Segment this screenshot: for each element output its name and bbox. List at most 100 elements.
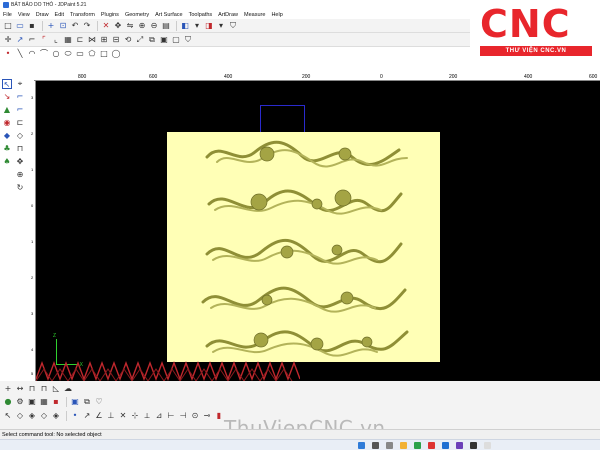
layer-icon[interactable]: ▣ — [70, 397, 80, 407]
delete-icon[interactable]: ✕ — [101, 21, 111, 31]
near-icon[interactable]: ⊿ — [154, 411, 164, 421]
snap-icon[interactable]: ⊓ — [39, 384, 49, 394]
spline-icon[interactable]: ◯ — [111, 49, 121, 59]
move-icon[interactable]: ✥ — [15, 157, 25, 167]
zoom-out-icon[interactable]: ⊖ — [149, 21, 159, 31]
app-icon[interactable] — [484, 442, 491, 449]
open-file-icon[interactable]: ▭ — [15, 21, 25, 31]
menu-help[interactable]: Help — [271, 12, 282, 18]
search-icon[interactable] — [372, 442, 379, 449]
view-icon[interactable]: ▾ — [192, 21, 202, 31]
menu-art-surface[interactable]: Art Surface — [155, 12, 183, 18]
app-icon[interactable] — [428, 442, 435, 449]
distance-icon[interactable]: ⊣ — [178, 411, 188, 421]
angle-icon[interactable]: ∠ — [94, 411, 104, 421]
refresh-icon[interactable]: ↻ — [15, 183, 25, 193]
color-icon[interactable]: ◉ — [2, 118, 12, 128]
measure-icon[interactable]: ⊓ — [27, 384, 37, 394]
display-icon[interactable]: ▣ — [27, 397, 37, 407]
menu-file[interactable]: File — [3, 12, 12, 18]
cross-icon[interactable]: ⊹ — [130, 411, 140, 421]
copy-icon[interactable]: ⧉ — [82, 397, 92, 407]
menu-measure[interactable]: Measure — [244, 12, 265, 18]
ungroup-icon[interactable]: ▢ — [171, 35, 181, 45]
cut-icon[interactable]: ⌐ — [27, 35, 37, 45]
menu-geometry[interactable]: Geometry — [125, 12, 149, 18]
line-icon[interactable]: ╲ — [15, 49, 25, 59]
snap-icon[interactable]: ◇ — [15, 411, 25, 421]
mirror-icon[interactable]: ⇋ — [125, 21, 135, 31]
arc-icon[interactable]: ◠ — [27, 49, 37, 59]
menu-edit[interactable]: Edit — [55, 12, 64, 18]
group-icon[interactable]: ▣ — [159, 35, 169, 45]
app-icon[interactable] — [470, 442, 477, 449]
node-edit-icon[interactable]: ✛ — [3, 35, 13, 45]
ellipse-icon[interactable]: ⬭ — [63, 49, 73, 59]
midpoint-icon[interactable]: ◈ — [51, 411, 61, 421]
undo-icon[interactable]: ↶ — [70, 21, 80, 31]
menu-view[interactable]: View — [18, 12, 30, 18]
paint-icon[interactable]: ⊓ — [15, 144, 25, 154]
polyline-icon[interactable]: ⌒ — [39, 49, 49, 59]
move-icon[interactable]: ✥ — [113, 21, 123, 31]
polar-icon[interactable]: ⊙ — [190, 411, 200, 421]
task-view-icon[interactable] — [386, 442, 393, 449]
break-icon[interactable]: ⋈ — [87, 35, 97, 45]
palette-icon[interactable]: ◆ — [2, 131, 12, 141]
point-icon[interactable]: • — [3, 49, 13, 59]
folder-icon[interactable] — [400, 442, 407, 449]
bulb-icon[interactable]: ● — [3, 397, 13, 407]
start-icon[interactable] — [358, 442, 365, 449]
fill-icon[interactable]: ⊏ — [15, 118, 25, 128]
menu-plugins[interactable]: Plugins — [101, 12, 119, 18]
browser-icon[interactable] — [442, 442, 449, 449]
trim-icon[interactable]: ↗ — [15, 35, 25, 45]
point-icon[interactable]: ◇ — [39, 411, 49, 421]
print-icon[interactable]: ▤ — [161, 21, 171, 31]
view-dropdown-icon[interactable]: ▾ — [216, 21, 226, 31]
align-icon[interactable]: ▦ — [63, 35, 73, 45]
level-icon[interactable]: ↔ — [15, 384, 25, 394]
drawing-viewport[interactable]: Z X — [36, 81, 600, 381]
end-icon[interactable]: ↗ — [82, 411, 92, 421]
menu-artdraw[interactable]: ArtDraw — [218, 12, 238, 18]
cloud-icon[interactable]: ☁ — [63, 384, 73, 394]
lock-icon[interactable]: ▮ — [214, 411, 224, 421]
fillet-icon[interactable]: ⌞ — [51, 35, 61, 45]
arrow-icon[interactable]: ↖ — [3, 411, 13, 421]
tree-icon[interactable]: ♠ — [2, 157, 12, 167]
tangent-icon[interactable]: ⊥ — [106, 411, 116, 421]
select-window-icon[interactable]: ⊡ — [58, 21, 68, 31]
intersection-icon[interactable]: ✕ — [118, 411, 128, 421]
grid-icon[interactable]: ◈ — [27, 411, 37, 421]
app-icon[interactable] — [414, 442, 421, 449]
polygon-icon[interactable]: ⬠ — [87, 49, 97, 59]
layer-icon[interactable]: ◇ — [15, 131, 25, 141]
redo-icon[interactable]: ↷ — [82, 21, 92, 31]
grid-icon[interactable]: ▦ — [39, 397, 49, 407]
arrow-icon[interactable]: ↘ — [2, 92, 12, 102]
settings-icon[interactable]: ⚙ — [15, 397, 25, 407]
center-icon[interactable]: • — [70, 411, 80, 421]
select-arrow-icon[interactable]: ↖ — [2, 79, 12, 89]
extend-icon[interactable]: ⊸ — [202, 411, 212, 421]
offset-icon[interactable]: ⊞ — [99, 35, 109, 45]
add-icon[interactable]: + — [46, 21, 56, 31]
node-icon[interactable]: ♣ — [2, 144, 12, 154]
new-file-icon[interactable]: □ — [3, 21, 13, 31]
zoom-icon[interactable]: ⊕ — [15, 170, 25, 180]
rectangle-icon[interactable]: ▭ — [75, 49, 85, 59]
menu-transform[interactable]: Transform — [70, 12, 95, 18]
select-icon[interactable]: ⌖ — [15, 79, 25, 89]
mirror-icon[interactable]: ◺ — [51, 384, 61, 394]
shield-icon[interactable]: ⛉ — [228, 21, 238, 31]
circle-icon[interactable]: ○ — [51, 49, 61, 59]
rotate-icon[interactable]: ⟲ — [123, 35, 133, 45]
save-icon[interactable]: ▪ — [27, 21, 37, 31]
color-icon[interactable]: ▪ — [51, 397, 61, 407]
join-icon[interactable]: ⊏ — [75, 35, 85, 45]
axis-icon[interactable]: ⊢ — [166, 411, 176, 421]
render-icon[interactable]: ◨ — [204, 21, 214, 31]
app-icon[interactable] — [456, 442, 463, 449]
scale-icon[interactable]: ⤢ — [135, 35, 145, 45]
